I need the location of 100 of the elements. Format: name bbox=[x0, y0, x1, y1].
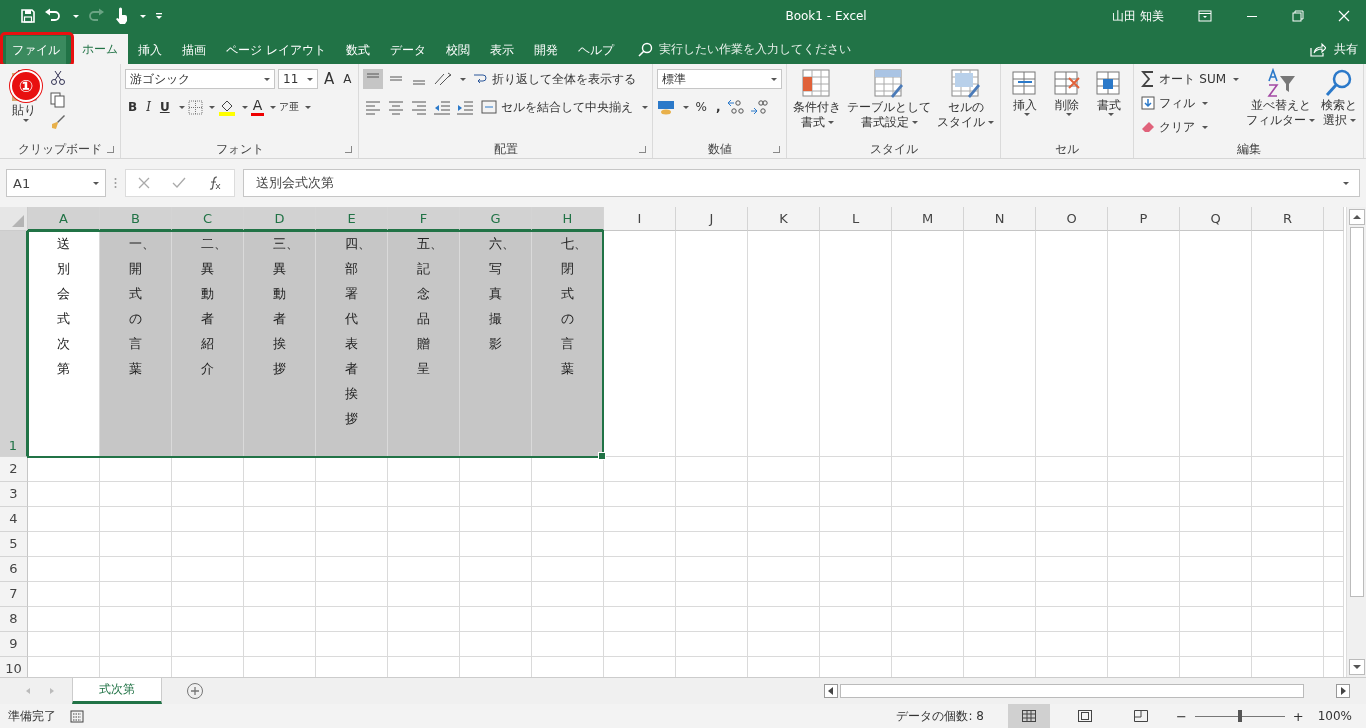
dialog-launcher-icon[interactable] bbox=[345, 146, 353, 153]
style-button[interactable]: 条件付き 書式 bbox=[791, 68, 844, 141]
scissors-icon[interactable] bbox=[50, 70, 66, 86]
table-cell[interactable] bbox=[676, 457, 748, 482]
table-cell[interactable] bbox=[820, 482, 892, 507]
table-cell[interactable] bbox=[1252, 457, 1324, 482]
normal-view-icon[interactable] bbox=[1007, 704, 1050, 728]
caret-icon[interactable] bbox=[241, 105, 248, 109]
table-cell[interactable] bbox=[964, 557, 1036, 582]
select-all-button[interactable] bbox=[0, 207, 28, 231]
table-cell[interactable] bbox=[604, 482, 676, 507]
table-cell[interactable] bbox=[460, 457, 532, 482]
table-cell[interactable] bbox=[244, 507, 316, 532]
table-cell[interactable] bbox=[316, 457, 388, 482]
table-cell[interactable] bbox=[1180, 231, 1252, 457]
table-cell[interactable] bbox=[172, 557, 244, 582]
table-cell[interactable] bbox=[532, 532, 604, 557]
decrease-decimal-icon[interactable] bbox=[749, 98, 770, 116]
table-cell[interactable] bbox=[748, 582, 820, 607]
check-icon[interactable] bbox=[172, 177, 186, 189]
table-cell[interactable] bbox=[820, 532, 892, 557]
ribbon-tab[interactable]: 開発 bbox=[523, 36, 568, 64]
table-cell[interactable] bbox=[964, 507, 1036, 532]
table-cell[interactable] bbox=[964, 457, 1036, 482]
shrink-font-button[interactable]: A bbox=[340, 68, 355, 90]
user-name[interactable]: 山田 知美 bbox=[1112, 7, 1164, 25]
table-cell[interactable] bbox=[676, 482, 748, 507]
ribbon-tab[interactable]: 挿入 bbox=[128, 36, 172, 64]
table-cell[interactable] bbox=[1036, 532, 1108, 557]
table-cell[interactable] bbox=[892, 532, 964, 557]
caret-icon[interactable] bbox=[22, 119, 29, 122]
table-cell[interactable] bbox=[1180, 482, 1252, 507]
increase-decimal-icon[interactable] bbox=[726, 98, 747, 116]
table-cell[interactable] bbox=[892, 607, 964, 632]
column-header[interactable]: O bbox=[1036, 207, 1108, 231]
table-cell[interactable] bbox=[388, 507, 460, 532]
table-cell[interactable] bbox=[676, 507, 748, 532]
table-cell[interactable] bbox=[244, 532, 316, 557]
table-cell[interactable] bbox=[460, 507, 532, 532]
table-cell[interactable] bbox=[1108, 532, 1180, 557]
table-cell[interactable] bbox=[460, 532, 532, 557]
table-cell[interactable] bbox=[1108, 507, 1180, 532]
ribbon-tab[interactable]: ヘルプ bbox=[567, 36, 624, 64]
column-header[interactable]: E bbox=[316, 207, 388, 231]
table-cell[interactable] bbox=[1036, 582, 1108, 607]
table-cell[interactable] bbox=[748, 231, 820, 457]
table-cell[interactable] bbox=[1252, 231, 1324, 457]
table-cell[interactable] bbox=[604, 582, 676, 607]
table-cell[interactable] bbox=[244, 607, 316, 632]
table-cell[interactable] bbox=[100, 557, 172, 582]
scroll-thumb[interactable] bbox=[1349, 227, 1364, 597]
table-cell[interactable] bbox=[244, 632, 316, 657]
decrease-indent-icon[interactable] bbox=[432, 98, 453, 116]
table-cell[interactable]: 四、部署代表者挨拶 bbox=[316, 231, 388, 457]
table-cell[interactable] bbox=[1324, 582, 1344, 607]
table-cell[interactable] bbox=[172, 482, 244, 507]
table-cell[interactable] bbox=[964, 532, 1036, 557]
table-cell[interactable]: 七、閉式の言葉 bbox=[532, 231, 604, 457]
table-cell[interactable] bbox=[964, 482, 1036, 507]
table-cell[interactable] bbox=[316, 607, 388, 632]
table-cell[interactable] bbox=[172, 507, 244, 532]
table-cell[interactable] bbox=[748, 632, 820, 657]
table-cell[interactable] bbox=[676, 582, 748, 607]
caret-icon[interactable] bbox=[305, 105, 312, 109]
share-icon[interactable] bbox=[1310, 41, 1326, 57]
caret-icon[interactable] bbox=[460, 77, 467, 81]
column-header[interactable]: D bbox=[244, 207, 316, 231]
row-header[interactable]: 3 bbox=[0, 482, 28, 507]
dialog-launcher-icon[interactable] bbox=[773, 146, 781, 153]
wrap-text-button[interactable]: 折り返して全体を表示する bbox=[469, 68, 640, 90]
table-cell[interactable]: 六、写真撮影 bbox=[460, 231, 532, 457]
table-cell[interactable] bbox=[316, 532, 388, 557]
table-cell[interactable] bbox=[172, 632, 244, 657]
function-icon[interactable] bbox=[208, 176, 222, 190]
table-cell[interactable] bbox=[388, 532, 460, 557]
table-cell[interactable] bbox=[532, 507, 604, 532]
merge-center-button[interactable]: セルを結合して中央揃え bbox=[478, 96, 637, 118]
fill-button[interactable]: フィル bbox=[1138, 92, 1243, 114]
table-cell[interactable] bbox=[1180, 457, 1252, 482]
column-header[interactable]: A bbox=[28, 207, 100, 231]
caret-icon[interactable] bbox=[178, 105, 185, 109]
table-cell[interactable] bbox=[388, 482, 460, 507]
table-cell[interactable] bbox=[244, 482, 316, 507]
ribbon-tab[interactable]: データ bbox=[379, 36, 436, 64]
touch-mode-icon[interactable] bbox=[113, 7, 129, 25]
macro-record-icon[interactable] bbox=[70, 709, 84, 723]
dialog-launcher-icon[interactable] bbox=[107, 146, 114, 153]
table-cell[interactable]: 二、異動者紹介 bbox=[172, 231, 244, 457]
table-cell[interactable] bbox=[1180, 532, 1252, 557]
table-cell[interactable]: 五、記念品贈呈 bbox=[388, 231, 460, 457]
table-cell[interactable] bbox=[604, 231, 676, 457]
table-cell[interactable] bbox=[1324, 607, 1344, 632]
table-cell[interactable] bbox=[100, 607, 172, 632]
scroll-up-icon[interactable] bbox=[1348, 209, 1365, 225]
border-icon[interactable] bbox=[187, 99, 203, 115]
table-cell[interactable] bbox=[172, 607, 244, 632]
name-box[interactable]: A1 bbox=[6, 169, 106, 197]
table-cell[interactable] bbox=[1108, 482, 1180, 507]
save-icon[interactable] bbox=[20, 8, 36, 24]
table-cell[interactable] bbox=[892, 632, 964, 657]
